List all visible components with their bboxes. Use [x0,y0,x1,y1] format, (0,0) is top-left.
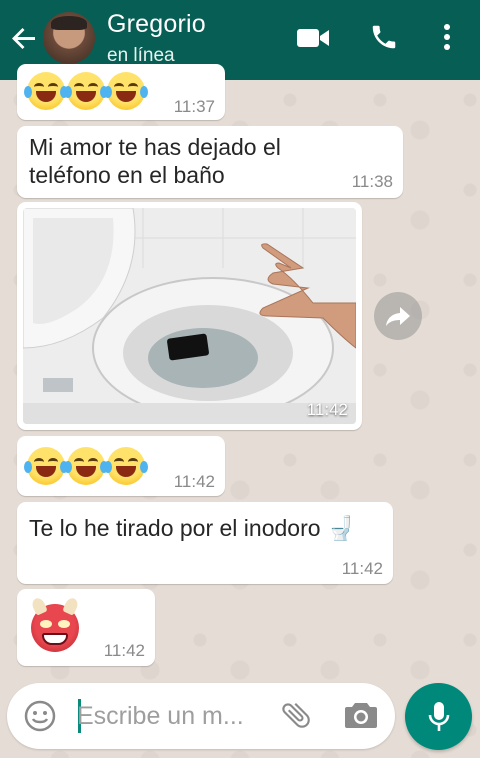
laughing-tears-emoji [64,72,108,110]
laughing-tears-emoji [104,447,148,485]
voice-record-button[interactable] [405,683,472,750]
attach-icon [282,702,310,728]
message-time: 11:42 [103,641,145,660]
message-time: 11:42 [341,559,383,578]
emoji-laughing-row [24,447,148,485]
ogre-emoji [30,596,80,652]
message-line: Mi amor te has dejado el [29,134,281,160]
message-bubble[interactable]: 11:42 [17,589,155,666]
more-vert-icon [444,24,450,50]
forward-icon [386,307,410,326]
attach-button[interactable] [279,698,313,737]
message-time: 11:42 [306,400,348,419]
message-input[interactable] [77,697,267,735]
message-text: Mi amor te has dejado el teléfono en el … [29,133,281,189]
camera-button[interactable] [344,700,378,735]
emoji-icon [24,700,56,732]
message-time: 11:38 [351,172,393,191]
message-time: 11:42 [173,472,215,491]
message-composer [7,683,395,749]
laughing-tears-emoji [104,72,148,110]
avatar[interactable] [43,12,95,64]
contact-name[interactable]: Gregorio [107,10,206,39]
emoji-button[interactable] [24,700,56,737]
back-button[interactable] [8,22,40,54]
message-bubble[interactable]: Mi amor te has dejado el teléfono en el … [17,126,403,198]
message-bubble[interactable]: 11:42 [17,436,225,496]
forward-button[interactable] [374,292,422,340]
toilet-photo-illustration [23,208,356,424]
video-call-icon [297,29,329,47]
laughing-tears-emoji [24,72,68,110]
more-options-button[interactable] [441,22,453,57]
message-bubble[interactable]: 11:37 [17,64,225,120]
emoji-laughing-row [24,72,148,110]
video-call-button[interactable] [296,26,330,55]
mic-icon [428,701,449,731]
voice-call-button[interactable] [369,22,399,57]
camera-icon [345,703,377,728]
back-arrow-icon [12,28,35,49]
laughing-tears-emoji [64,447,108,485]
message-line: teléfono en el baño [29,162,225,188]
message-text: Te lo he tirado por el inodoro 🚽 [29,515,356,541]
message-photo[interactable] [23,208,356,424]
phone-icon [372,25,396,49]
message-bubble[interactable]: Te lo he tirado por el inodoro 🚽 11:42 [17,502,393,584]
laughing-tears-emoji [24,447,68,485]
message-time: 11:37 [173,97,215,116]
image-message-bubble[interactable]: 11:42 [17,202,362,430]
